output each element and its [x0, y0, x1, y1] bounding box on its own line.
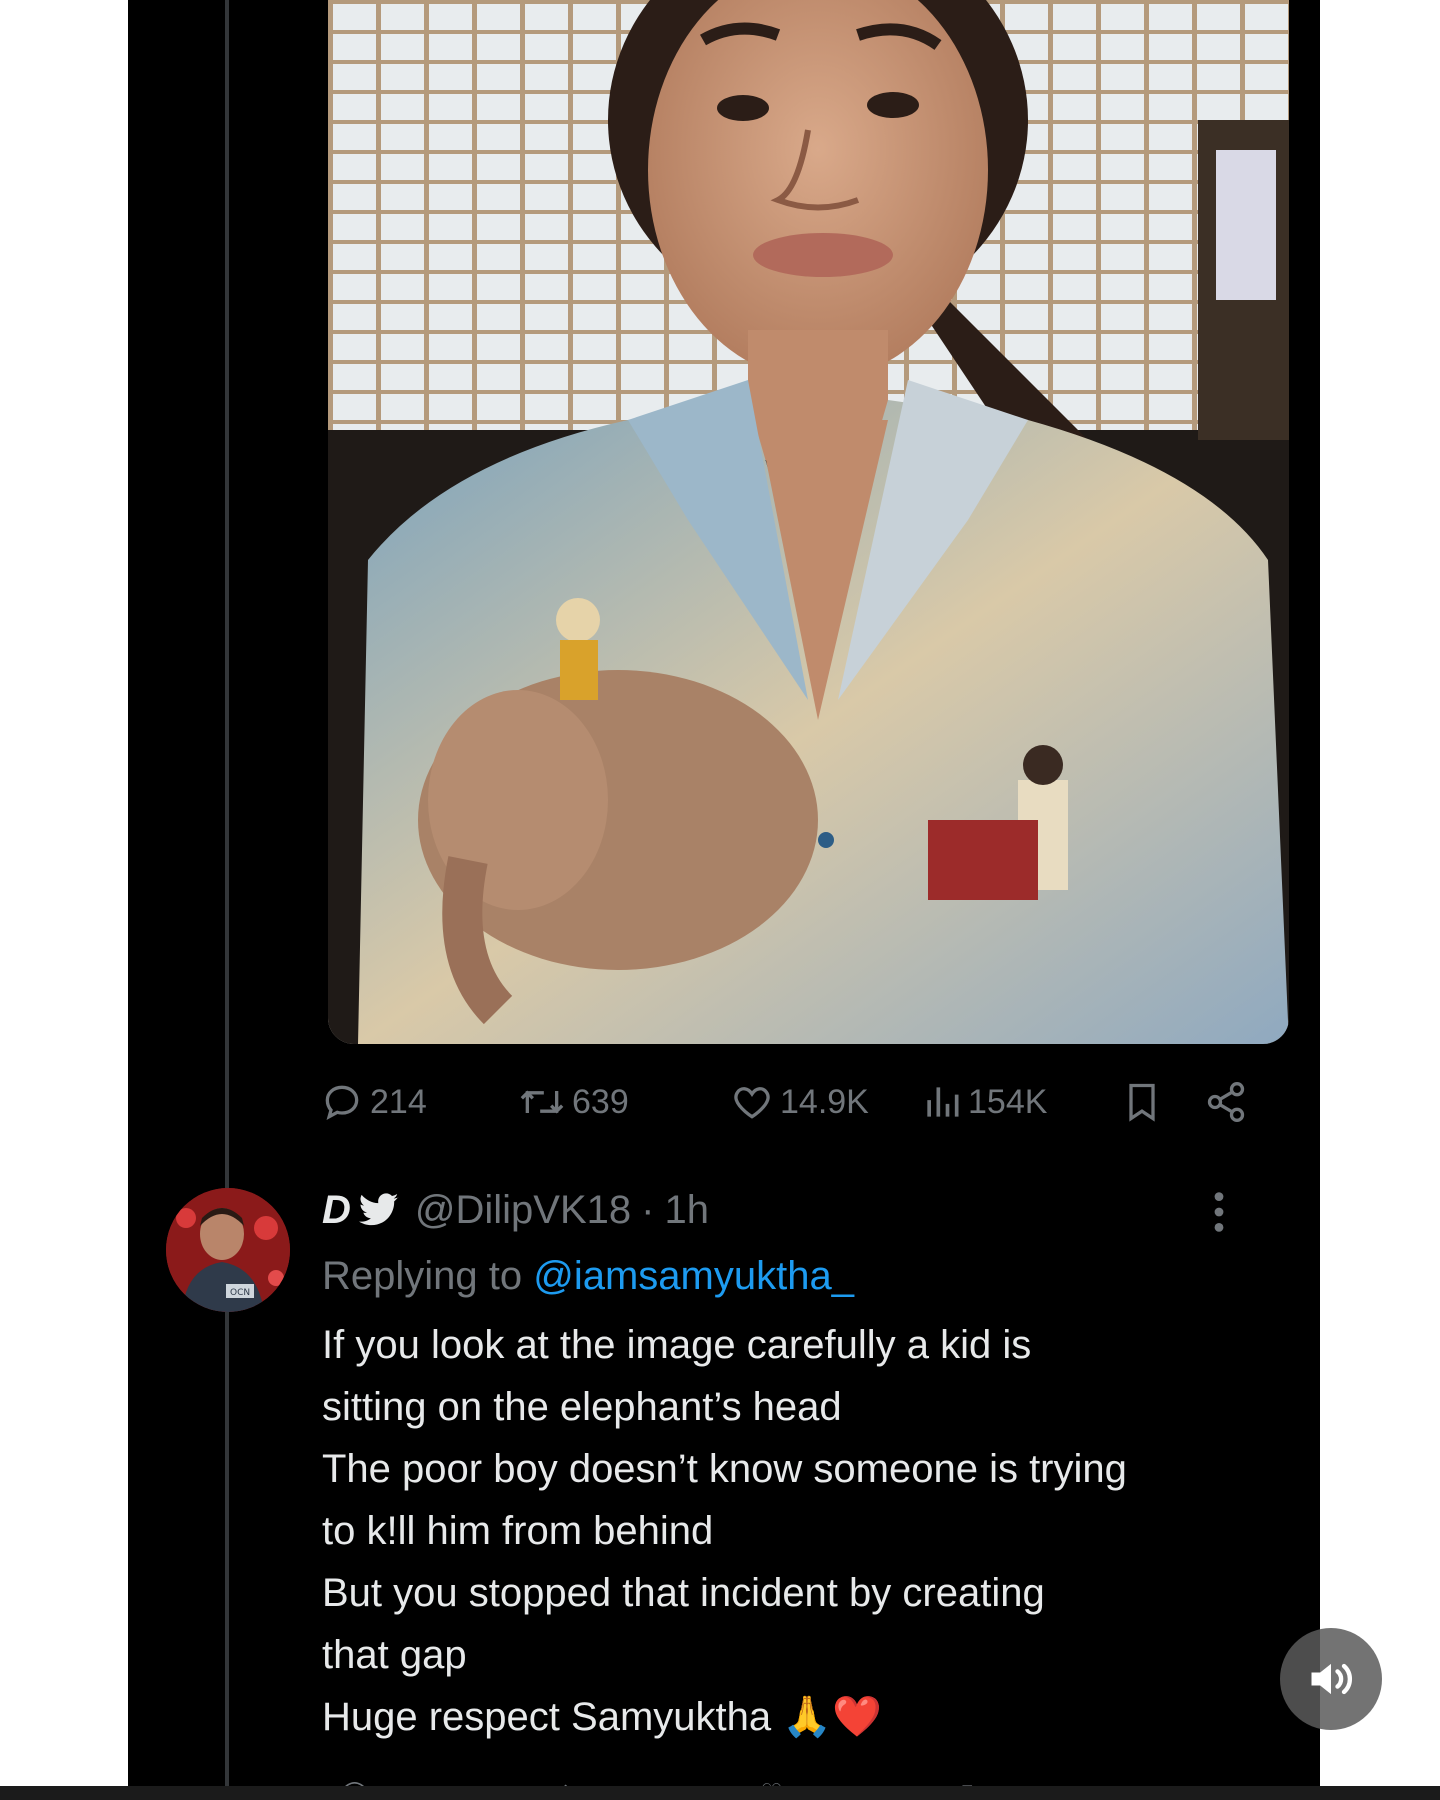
reply-author-name[interactable]: D — [322, 1188, 351, 1233]
reply-text-line: But you stopped that incident by creatin… — [322, 1571, 1045, 1615]
volume-button[interactable] — [1280, 1628, 1382, 1730]
reply-emoji: 🙏❤️ — [782, 1695, 882, 1739]
thread-line — [225, 0, 229, 1800]
like-button[interactable]: 14.9K — [730, 1074, 869, 1130]
tweet-photo[interactable] — [328, 0, 1289, 1044]
bird-icon — [358, 1193, 399, 1226]
share-icon — [1207, 1082, 1245, 1122]
reply-text-line: Huge respect Samyuktha — [322, 1695, 772, 1739]
reply-text-line: to k!ll him from behind — [322, 1509, 714, 1553]
views-count: 154K — [968, 1082, 1048, 1121]
reply-text: If you look at the image carefully a kid… — [322, 1314, 1282, 1748]
reply-separator: · — [641, 1187, 655, 1232]
avatar-logo-text: OCN — [230, 1288, 250, 1298]
reply-button[interactable]: 214 — [320, 1074, 427, 1130]
page: 214 639 14.9K 154K OCN D @DilipVK18 · 1h… — [0, 0, 1440, 1800]
replying-to-prefix: Replying to — [322, 1254, 523, 1298]
retweet-count: 639 — [572, 1082, 629, 1121]
share-button[interactable] — [1204, 1074, 1254, 1130]
tweet-photo-illustration — [328, 0, 1289, 1044]
reply-text-line: The poor boy doesn’t know someone is try… — [322, 1447, 1127, 1491]
reply-count: 214 — [370, 1082, 427, 1121]
replying-to-mention[interactable]: @iamsamyuktha_ — [533, 1254, 854, 1298]
like-count: 14.9K — [780, 1082, 869, 1121]
reply-avatar[interactable]: OCN — [166, 1188, 290, 1312]
reply-header: D @DilipVK18 · 1h — [322, 1180, 1282, 1240]
reply-time[interactable]: 1h — [664, 1188, 709, 1233]
volume-icon — [1311, 1663, 1352, 1695]
reply-author-handle[interactable]: @DilipVK18 — [415, 1188, 631, 1233]
more-icon[interactable] — [1212, 1190, 1226, 1234]
like-icon — [734, 1087, 770, 1119]
reply-icon — [325, 1085, 359, 1120]
reply-text-line: that gap — [322, 1633, 467, 1677]
views-button[interactable]: 154K — [922, 1074, 1047, 1130]
reply-text-line: sitting on the elephant’s head — [322, 1385, 842, 1429]
retweet-button[interactable]: 639 — [518, 1074, 629, 1130]
reply-text-line-last: Huge respect Samyuktha 🙏❤️ — [322, 1686, 1282, 1748]
reply-text-line: If you look at the image carefully a kid… — [322, 1323, 1032, 1367]
retweet-icon — [520, 1090, 564, 1114]
replying-to: Replying to @iamsamyuktha_ — [322, 1244, 1282, 1308]
tweet-action-bar: 214 639 14.9K 154K — [320, 1074, 1320, 1130]
bookmark-button[interactable] — [1122, 1074, 1168, 1130]
avatar-image: OCN — [166, 1188, 290, 1312]
bottom-strip — [0, 1786, 1440, 1800]
bookmark-icon — [1129, 1083, 1155, 1122]
tweet-screen: 214 639 14.9K 154K OCN D @DilipVK18 · 1h… — [128, 0, 1320, 1800]
views-icon — [927, 1087, 959, 1117]
reply-tweet[interactable]: D @DilipVK18 · 1h Replying to @iamsamyuk… — [322, 1180, 1282, 1748]
